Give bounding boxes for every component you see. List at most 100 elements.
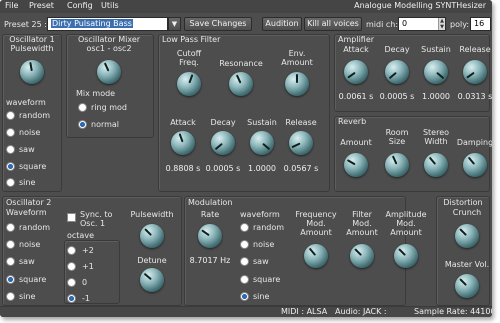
lpf-release-value: 0.0567 s <box>283 164 319 173</box>
osc2-octave-label-minus1: -1 <box>82 294 90 303</box>
midi-channel-spinner[interactable]: ▲ ▼ <box>438 18 445 30</box>
modulation-rate-knob[interactable] <box>198 224 222 248</box>
osc2-detune-label: Detune <box>137 256 167 265</box>
amp-decay-knob[interactable] <box>385 60 409 84</box>
mix-mode-label-normal: normal <box>91 120 120 129</box>
midi-channel-label: midi ch: <box>366 20 399 29</box>
lpf-decay-value: 0.0005 s <box>205 164 241 173</box>
osc2-octave-radio-plus1[interactable] <box>67 262 76 271</box>
osc-mixer-balance-knob[interactable] <box>97 60 121 84</box>
filter-mod-amount-knob[interactable] <box>350 244 374 268</box>
menu-utils[interactable]: Utils <box>101 1 119 10</box>
kill-all-voices-button[interactable]: Kill all voices <box>304 17 362 31</box>
osc1-pulsewidth-knob[interactable] <box>20 60 44 84</box>
midi-channel-value: 0 <box>402 19 408 28</box>
lpf-release-label: Release <box>285 118 317 127</box>
mod-label-square: square <box>253 275 281 284</box>
menu-preset[interactable]: Preset <box>29 1 54 10</box>
reverb-title: Reverb <box>338 117 367 126</box>
synth-window: File Preset Config Utils Analogue Modell… <box>0 0 492 317</box>
mod-radio-saw[interactable] <box>240 257 249 266</box>
osc2-pulsewidth-label: Pulsewidth <box>130 210 174 219</box>
osc2-detune-knob[interactable] <box>140 268 164 292</box>
poly-input[interactable]: 16 <box>470 17 491 31</box>
lpf-sustain-knob[interactable] <box>250 131 274 155</box>
osc1-pulsewidth-label: Pulsewidth <box>10 44 54 53</box>
reverb-amount-knob[interactable] <box>344 153 368 177</box>
mod-label-saw: saw <box>253 257 269 266</box>
lpf-release-knob[interactable] <box>289 131 313 155</box>
osc2-octave-label: octave <box>67 231 94 240</box>
preset-name-field[interactable]: Dirty Pulsating Bass <box>47 17 168 31</box>
osc1-radio-sine[interactable] <box>6 178 15 187</box>
amp-attack-value: 0.0061 s <box>338 92 374 101</box>
osc1-radio-noise[interactable] <box>6 128 15 137</box>
osc1-waveform-label: waveform <box>6 98 46 107</box>
reverb-stereo-width-label: Stereo Width <box>422 128 450 146</box>
mod-label-noise: noise <box>253 240 275 249</box>
menu-config[interactable]: Config <box>67 1 93 10</box>
osc2-sync-checkbox[interactable] <box>67 213 76 222</box>
lpf-resonance-knob[interactable] <box>229 72 253 96</box>
amp-attack-knob[interactable] <box>344 60 368 84</box>
amp-release-label: Release <box>459 45 491 54</box>
lpf-sustain-label: Sustain <box>247 118 277 127</box>
mod-radio-noise[interactable] <box>240 240 249 249</box>
mod-radio-square[interactable] <box>240 275 249 284</box>
osc2-radio-saw[interactable] <box>6 257 15 266</box>
lpf-env-amount-knob[interactable] <box>285 72 309 96</box>
lpf-sustain-value: 1.0000 <box>248 164 276 173</box>
distortion-crunch-knob[interactable] <box>455 224 479 248</box>
lpf-resonance-label: Resonance <box>219 59 263 68</box>
osc2-octave-radio-plus2[interactable] <box>67 246 76 255</box>
poly-label: poly: <box>450 20 470 29</box>
osc1-radio-random[interactable] <box>6 111 15 120</box>
osc-mixer-title: Oscillator Mixer <box>77 35 141 44</box>
osc2-pulsewidth-knob[interactable] <box>140 224 164 248</box>
osc2-radio-noise[interactable] <box>6 240 15 249</box>
mod-radio-sine[interactable] <box>240 292 249 301</box>
osc1-radio-square[interactable] <box>6 162 15 171</box>
distortion-crunch-label: Crunch <box>452 208 482 217</box>
amp-mod-amount-knob[interactable] <box>394 244 418 268</box>
midi-channel-input[interactable]: 0 ▲ ▼ <box>398 17 446 31</box>
lpf-cutoff-knob[interactable] <box>177 72 201 96</box>
reverb-damping-label: Damping <box>456 138 492 147</box>
osc1-radio-saw[interactable] <box>6 145 15 154</box>
osc2-octave-radio-0[interactable] <box>67 278 76 287</box>
save-changes-button[interactable]: Save Changes <box>184 17 252 31</box>
preset-label: Preset 25 : <box>4 20 47 29</box>
amp-sustain-knob[interactable] <box>424 60 448 84</box>
modulation-rate-label: Rate <box>200 210 220 219</box>
status-midi: MIDI : ALSA <box>281 307 328 316</box>
osc2-radio-square[interactable] <box>6 275 15 284</box>
osc2-radio-random[interactable] <box>6 223 15 232</box>
osc1-label-sine: sine <box>19 178 36 187</box>
osc-mixer-balance-label: osc1 - osc2 <box>86 44 132 53</box>
osc2-octave-radio-minus1[interactable] <box>67 294 76 303</box>
preset-dropdown-button[interactable]: ▼ <box>168 17 181 31</box>
master-volume-label: Master Vol. <box>444 260 490 269</box>
filter-mod-amount-label: Filter Mod. Amount <box>346 210 378 237</box>
lpf-decay-knob[interactable] <box>211 131 235 155</box>
status-audio: Audio: JACK : <box>335 307 387 316</box>
osc2-radio-sine[interactable] <box>6 292 15 301</box>
mod-radio-random[interactable] <box>240 223 249 232</box>
audition-button[interactable]: Audition <box>262 17 302 31</box>
lpf-attack-knob[interactable] <box>171 131 195 155</box>
amplifier-title: Amplifier <box>338 35 375 44</box>
menu-file[interactable]: File <box>5 1 18 10</box>
osc2-label-saw: saw <box>19 257 35 266</box>
amp-attack-label: Attack <box>343 45 369 54</box>
osc1-label-square: square <box>19 162 47 171</box>
amp-release-knob[interactable] <box>463 60 487 84</box>
mix-mode-radio-ring-mod[interactable] <box>78 103 87 112</box>
mix-mode-radio-normal[interactable] <box>78 120 87 129</box>
reverb-damping-knob[interactable] <box>463 153 487 177</box>
freq-mod-amount-knob[interactable] <box>304 244 328 268</box>
master-volume-knob[interactable] <box>455 274 479 298</box>
reverb-stereo-width-knob[interactable] <box>424 153 448 177</box>
lpf-env-amount-label: Env. Amount <box>281 49 313 67</box>
reverb-room-size-knob[interactable] <box>385 153 409 177</box>
mix-mode-label-ring-mod: ring mod <box>91 103 127 112</box>
